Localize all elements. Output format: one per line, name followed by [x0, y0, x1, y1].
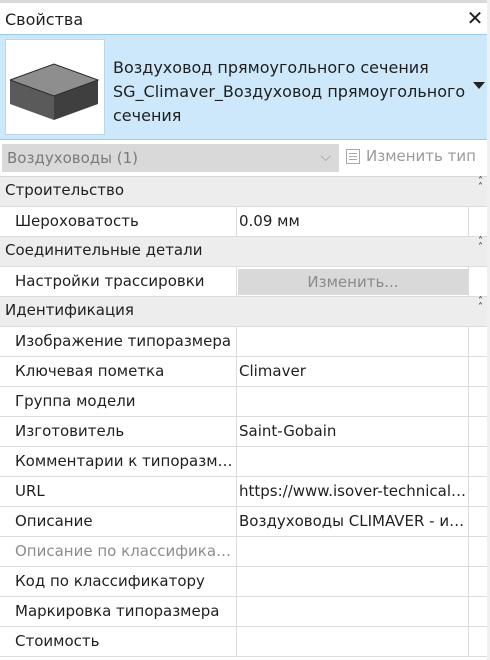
property-name: Ключевая пометка — [15, 362, 165, 380]
property-row: Шероховатость 0.09 мм — [0, 207, 490, 237]
property-name: Комментарии к типоразмеру — [15, 452, 235, 470]
property-row: Описание по классификатору — [0, 537, 490, 567]
property-row: Изображение типоразмера — [0, 327, 490, 357]
rectangular-duct-3d-icon — [5, 39, 105, 135]
property-value-field[interactable]: Saint-Gobain — [239, 422, 467, 440]
edit-type-button[interactable]: Изменить тип — [346, 145, 486, 171]
property-name: Изготовитель — [15, 422, 125, 440]
type-name: Воздуховод прямоугольного сечения SG_Cli… — [113, 56, 466, 128]
routing-edit-button[interactable]: Изменить... — [238, 269, 468, 295]
top-border — [0, 0, 490, 3]
panel-title: Свойства — [5, 10, 84, 29]
property-row: Маркировка типоразмера — [0, 597, 490, 627]
property-name: Маркировка типоразмера — [15, 602, 220, 620]
collapse-icon[interactable]: ˄ ˄ — [478, 297, 483, 313]
property-row: Изготовитель Saint-Gobain — [0, 417, 490, 447]
collapse-icon[interactable]: ˄ ˄ — [478, 237, 483, 253]
properties-titlebar: Свойства ✕ — [0, 5, 490, 34]
property-row: URL https://www.isover-technical-insulat… — [0, 477, 490, 507]
properties-grid: Строительство ˄ ˄ Шероховатость 0.09 мм С… — [0, 176, 490, 660]
collapse-icon[interactable]: ˄ ˄ — [478, 177, 483, 193]
group-label: Идентификация — [5, 301, 134, 319]
edit-type-icon — [346, 149, 360, 164]
type-name-line1: Воздуховод прямоугольного сечения — [113, 58, 429, 77]
property-name: Настройки трассировки — [15, 272, 205, 290]
chevron-down-icon: ⌵ — [320, 149, 331, 165]
property-row: Группа модели — [0, 387, 490, 417]
group-construction[interactable]: Строительство ˄ ˄ — [0, 177, 490, 207]
property-row: Стоимость — [0, 627, 490, 657]
group-connectors[interactable]: Соединительные детали ˄ ˄ — [0, 237, 490, 267]
property-name: Шероховатость — [15, 212, 139, 230]
group-identity[interactable]: Идентификация ˄ ˄ — [0, 297, 490, 327]
type-name-line2: SG_Climaver_Воздуховод прямоугольного — [113, 82, 466, 101]
dropdown-arrow-icon[interactable] — [473, 82, 485, 89]
property-name: Изображение типоразмера — [15, 332, 232, 350]
filter-row: Воздуховоды (1) ⌵ Изменить тип — [0, 140, 490, 176]
property-row: Описание Воздуховоды CLIMAVER - изоляцио… — [0, 507, 490, 537]
property-value-field[interactable]: 0.09 мм — [239, 212, 467, 230]
property-value-field[interactable]: Climaver — [239, 362, 467, 380]
property-name: Код по классификатору — [15, 572, 205, 590]
property-row: Ключевая пометка Climaver — [0, 357, 490, 387]
edit-type-label: Изменить тип — [366, 147, 476, 165]
group-label: Соединительные детали — [5, 241, 203, 259]
property-name: Описание по классификатору — [15, 542, 235, 560]
property-name: Описание — [15, 512, 93, 530]
category-filter-dropdown[interactable]: Воздуховоды (1) ⌵ — [2, 144, 339, 172]
property-value-field[interactable]: https://www.isover-technical-insulation.… — [239, 482, 467, 500]
type-selector[interactable]: Воздуховод прямоугольного сечения SG_Cli… — [0, 34, 490, 140]
property-row: Комментарии к типоразмеру — [0, 447, 490, 477]
property-row: Код по классификатору — [0, 567, 490, 597]
property-name: URL — [15, 482, 45, 500]
property-row: Настройки трассировки Изменить... — [0, 267, 490, 297]
close-icon[interactable]: ✕ — [466, 8, 484, 28]
category-filter-value: Воздуховоды (1) — [7, 149, 138, 167]
property-name: Группа модели — [15, 392, 136, 410]
group-label: Строительство — [5, 181, 125, 199]
property-value-field[interactable]: Воздуховоды CLIMAVER - изоляционные возд… — [239, 512, 467, 530]
type-name-line3: сечения — [113, 106, 182, 125]
property-name: Стоимость — [15, 632, 100, 650]
